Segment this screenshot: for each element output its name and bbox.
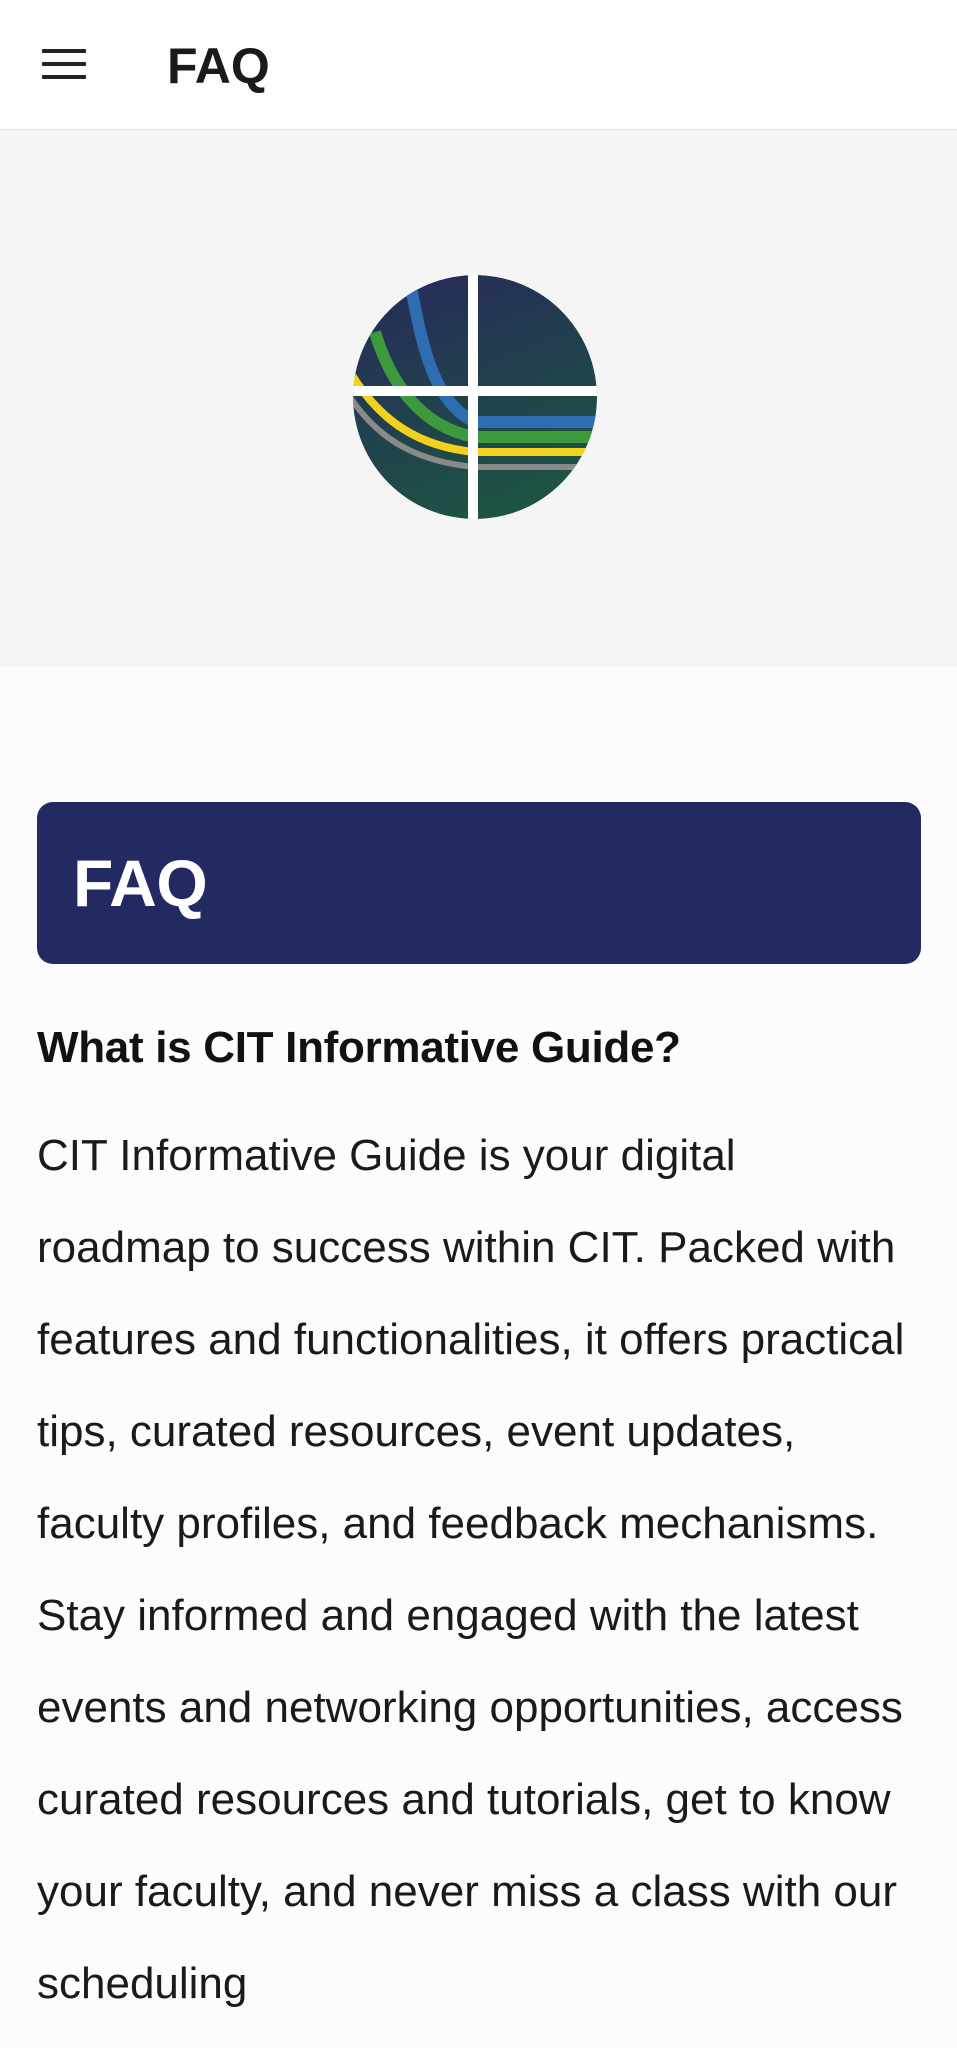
- cit-logo: [353, 275, 597, 519]
- app-bar: FAQ: [0, 0, 957, 130]
- faq-header-banner: FAQ: [37, 802, 921, 964]
- faq-answer: CIT Informative Guide is your digital ro…: [37, 1131, 905, 2008]
- faq-content: FAQ What is CIT Informative Guide? CIT I…: [37, 802, 921, 2030]
- page-title: FAQ: [167, 38, 270, 94]
- hero-banner: [0, 130, 957, 667]
- faq-question: What is CIT Informative Guide?: [37, 1023, 681, 1072]
- faq-banner-title: FAQ: [73, 846, 208, 920]
- hamburger-menu-icon[interactable]: [36, 42, 94, 88]
